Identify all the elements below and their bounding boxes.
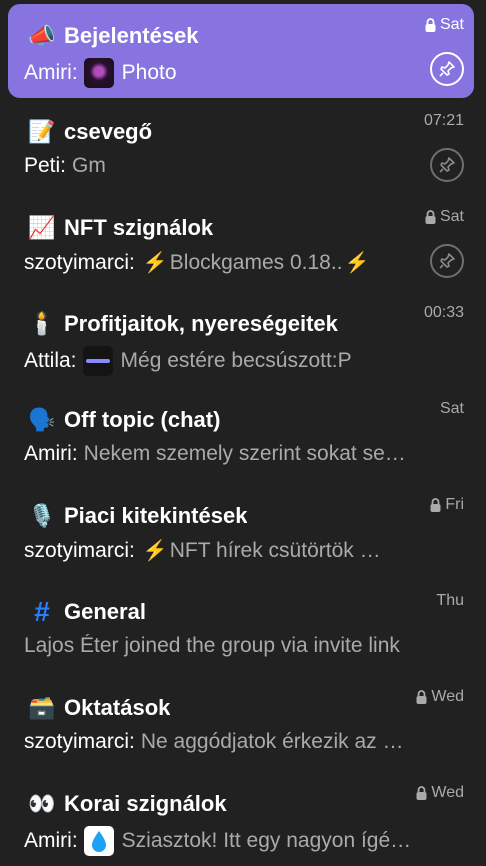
chat-time: 07:21	[424, 112, 464, 130]
chat-sender: szotyimarci:	[24, 250, 135, 274]
chat-time-text: Wed	[431, 784, 464, 801]
chat-title: 📣 Bejelentések	[28, 22, 199, 50]
chat-title: 🗃️ Oktatások	[28, 694, 170, 722]
pin-icon	[439, 253, 455, 269]
chat-sender: Peti:	[24, 154, 67, 177]
chat-title-text: Profitjaitok, nyereségeitek	[64, 311, 338, 336]
chat-title-text: Off topic (chat)	[64, 407, 221, 432]
chat-preview-text: Sziasztok! Itt egy nagyon ígé…	[121, 829, 412, 852]
chat-title: 📝 csevegő	[28, 118, 152, 146]
chat-time-text: 07:21	[423, 112, 464, 129]
chat-preview-text: Még estére becsúszott:P	[120, 349, 352, 372]
file-box-icon: 🗃️	[28, 695, 56, 720]
chat-preview: szotyimarci: ⚡ NFT hírek csütörtök …	[24, 538, 381, 563]
chat-time-text: Wed	[431, 688, 464, 705]
chat-item-korai-szignalok[interactable]: 👀 Korai szignálok Wed Amiri: Sziasztok! …	[8, 772, 474, 866]
speaking-head-icon: 🗣️	[28, 407, 56, 432]
chat-sender: szotyimarci:	[24, 538, 135, 562]
chat-time: Wed	[416, 688, 464, 706]
lock-icon	[430, 498, 441, 512]
photo-thumbnail	[83, 58, 114, 88]
chat-time: 00:33	[424, 304, 464, 322]
photo-thumbnail	[82, 346, 113, 376]
chat-preview: Attila: Még estére becsúszott:P	[24, 346, 352, 376]
megaphone-icon: 📣	[28, 23, 56, 48]
chat-item-csevego[interactable]: 📝 csevegő 07:21 Peti: Gm	[8, 100, 474, 194]
chat-item-oktatasok[interactable]: 🗃️ Oktatások Wed szotyimarci: Ne aggódja…	[8, 676, 474, 770]
chat-title-text: Korai szignálok	[64, 791, 227, 816]
chat-time-text: Thu	[436, 592, 464, 609]
chat-preview: Amiri: Sziasztok! Itt egy nagyon ígé…	[24, 826, 411, 856]
chat-item-profitjaitok[interactable]: 🕯️ Profitjaitok, nyereségeitek 00:33 Att…	[8, 292, 474, 386]
chat-time: Wed	[416, 784, 464, 802]
chat-item-off-topic[interactable]: 🗣️ Off topic (chat) Sat Amiri: Nekem sze…	[8, 388, 474, 482]
chat-item-piaci-kitekintesek[interactable]: 🎙️ Piaci kitekintések Fri szotyimarci: ⚡…	[8, 484, 474, 578]
chat-title-text: Oktatások	[64, 695, 171, 720]
chat-time: Sat	[425, 208, 464, 226]
lock-icon	[416, 786, 427, 800]
chat-time-text: Sat	[439, 400, 464, 417]
chat-preview: Amiri: Nekem szemely szerint sokat se…	[24, 442, 406, 466]
chat-preview-text: Ne aggódjatok érkezik az …	[140, 730, 404, 753]
chat-preview-text: Lajos Éter joined the group via invite l…	[24, 634, 400, 657]
pin-icon	[439, 61, 455, 77]
lock-icon	[416, 690, 427, 704]
memo-icon: 📝	[28, 119, 56, 144]
chat-preview: Lajos Éter joined the group via invite l…	[24, 634, 400, 658]
chat-sender: Amiri:	[24, 61, 78, 84]
pin-button[interactable]	[430, 244, 464, 278]
chat-time-text: Fri	[445, 496, 464, 513]
chat-title: 🗣️ Off topic (chat)	[28, 406, 220, 434]
chat-title-text: Bejelentések	[64, 23, 199, 48]
chat-time: Fri	[430, 496, 464, 514]
candlestick-icon: 🕯️	[28, 311, 56, 336]
chat-title-text: NFT szignálok	[64, 215, 214, 240]
photo-thumbnail	[83, 826, 114, 856]
chat-time: Sat	[425, 16, 464, 34]
chat-title: 📈 NFT szignálok	[28, 214, 213, 242]
pin-button[interactable]	[430, 148, 464, 182]
chat-item-general[interactable]: # General Thu Lajos Éter joined the grou…	[8, 580, 474, 674]
chat-item-nft-szignalok[interactable]: 📈 NFT szignálok Sat szotyimarci: ⚡ Block…	[8, 196, 474, 290]
lightning-icon: ⚡	[142, 252, 168, 274]
lock-icon	[425, 210, 436, 224]
chat-preview-text: NFT hírek csütörtök …	[169, 538, 381, 562]
chat-item-bejelentesek[interactable]: 📣 Bejelentések Sat Amiri: Photo	[8, 4, 474, 98]
chat-time-text: Sat	[439, 208, 464, 225]
chat-preview-text: Blockgames 0.18..	[169, 250, 343, 274]
chat-title: 🎙️ Piaci kitekintések	[28, 502, 247, 530]
chat-preview: szotyimarci: ⚡ Blockgames 0.18.. ⚡	[24, 250, 371, 275]
chart-increasing-icon: 📈	[28, 215, 56, 240]
chat-preview-text: Photo	[121, 61, 177, 84]
chat-time: Sat	[440, 400, 464, 418]
chat-time: Thu	[436, 592, 464, 610]
chat-time-text: Sat	[439, 16, 464, 33]
chat-sender: Attila:	[24, 349, 77, 372]
chat-title: # General	[28, 598, 146, 626]
chat-title-text: Piaci kitekintések	[64, 503, 248, 528]
lock-icon	[425, 18, 436, 32]
chat-sender: Amiri:	[24, 829, 78, 852]
lightning-icon: ⚡	[344, 252, 370, 274]
chat-title-text: General	[64, 599, 146, 624]
chat-title: 👀 Korai szignálok	[28, 790, 227, 818]
chat-title-text: csevegő	[64, 119, 153, 144]
pin-button[interactable]	[430, 52, 464, 86]
chat-title: 🕯️ Profitjaitok, nyereségeitek	[28, 310, 338, 338]
chat-preview: Amiri: Photo	[24, 58, 177, 88]
pin-icon	[439, 157, 455, 173]
chat-sender: szotyimarci:	[24, 730, 135, 753]
chat-preview: szotyimarci: Ne aggódjatok érkezik az …	[24, 730, 404, 754]
eyes-icon: 👀	[28, 791, 56, 816]
lightning-icon: ⚡	[142, 540, 168, 562]
chat-preview-text: Nekem szemely szerint sokat se…	[83, 442, 406, 465]
chat-preview-text: Gm	[72, 154, 106, 177]
chat-sender: Amiri:	[24, 442, 78, 465]
chat-preview: Peti: Gm	[24, 154, 106, 178]
hashtag-icon: #	[34, 598, 50, 626]
chat-time-text: 00:33	[423, 304, 464, 321]
microphone-icon: 🎙️	[28, 503, 56, 528]
